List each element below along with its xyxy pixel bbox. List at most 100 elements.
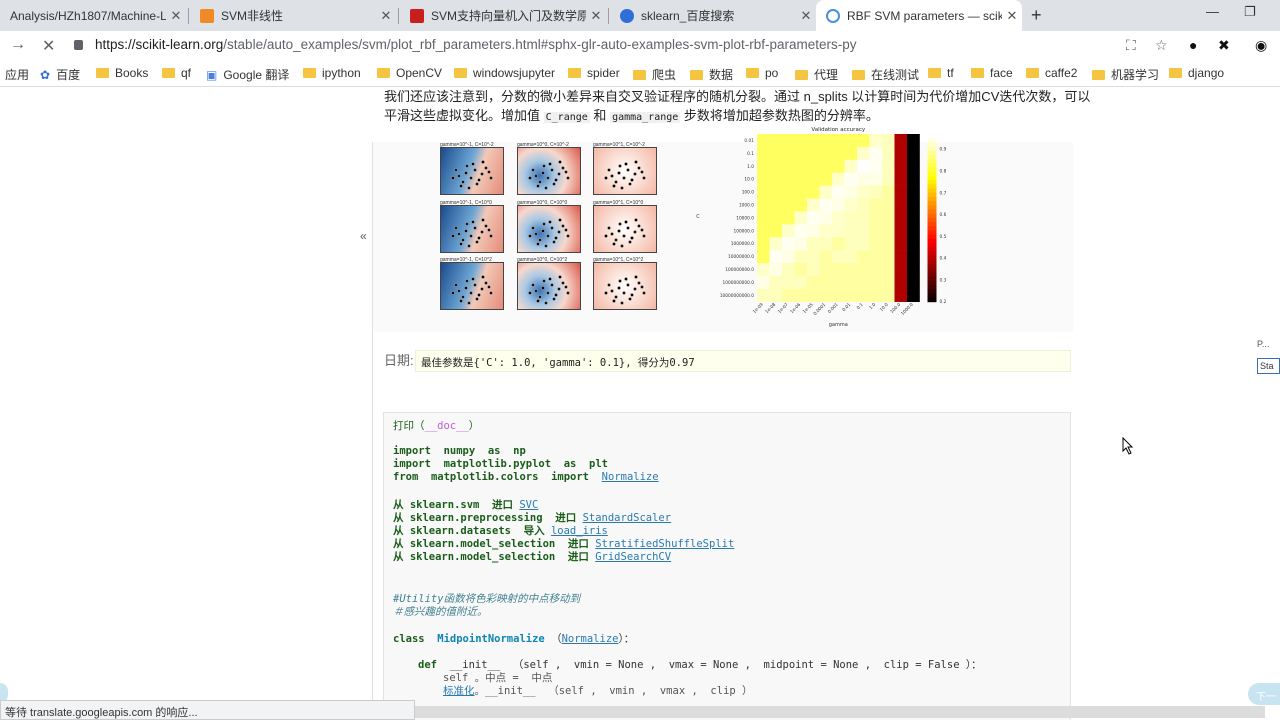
x-tick-label: 0.001 [827,302,840,315]
heatmap-cell [832,185,845,199]
heatmap-cell [832,146,845,161]
heatmap-cell [844,275,858,290]
stop-loading-icon[interactable]: ✕ [42,36,55,56]
bookmark-folder[interactable]: po [746,66,778,80]
bookmark-folder[interactable]: caffe2 [1026,66,1077,80]
baidu-paw-icon [620,8,634,23]
extension-icon[interactable]: ● [1189,37,1197,53]
heatmap-cell [882,159,895,173]
heatmap-cell [782,211,795,225]
bookmark-google-translate[interactable]: ▣ Google 翻译 [206,66,289,83]
heatmap-cell [894,134,908,148]
heatmap-cell [882,275,895,290]
bookmark-baidu[interactable]: ✿ 百度 [40,66,80,83]
bookmark-folder[interactable]: django [1169,66,1224,80]
horizontal-scrollbar[interactable] [415,706,1265,718]
heatmap-cell [819,224,833,238]
tab-rbf-svm-active[interactable]: RBF SVM parameters — scikit- ✕ [816,0,1022,31]
api-link[interactable]: 标准化 [443,685,475,697]
bookmark-folder[interactable]: OpenCV [377,66,442,80]
restore-button[interactable]: ❐ [1244,4,1256,20]
lock-icon[interactable] [74,40,83,50]
tab-svm-nonlinear[interactable]: SVM非线性 ✕ [190,0,396,31]
heatmap-cell [869,275,883,290]
bookmark-folder[interactable]: 数据 [690,66,733,83]
code-line: 标准化。__init__ （self , vmin , vmax , clip … [443,683,753,698]
bookmark-folder[interactable]: 爬虫 [633,66,676,83]
api-link[interactable]: GridSearchCV [595,551,671,563]
loading-spinner-icon [826,8,840,23]
folder-icon [377,68,390,78]
heatmap-cell [894,224,908,238]
bookmark-folder[interactable]: tf [928,66,954,80]
y-tick-label: 10000000000.0 [720,293,754,299]
bookmark-folder[interactable]: ipython [303,66,361,80]
heatmap-cell [832,159,845,173]
heatmap-cell [869,172,883,186]
folder-icon [303,68,316,78]
y-tick-label: 10000000.0 [728,254,754,260]
api-link[interactable]: Normalize [562,633,619,645]
heatmap-cell [782,263,795,277]
colorbar-segment [927,259,937,265]
close-icon[interactable]: ✕ [166,8,186,24]
forward-arrow-icon[interactable]: → [10,36,26,54]
collapse-sidebar-icon[interactable]: « [360,229,367,243]
static-button[interactable]: Sta [1257,358,1280,374]
colorbar-segment [927,238,937,244]
colorbar-segment [927,196,937,202]
keyword: from [393,471,419,483]
close-icon[interactable]: ✕ [586,8,606,24]
heatmap-cell [782,224,795,238]
heatmap-cell [894,211,908,225]
extension-x-icon[interactable]: ✖ [1218,37,1230,54]
new-tab-button[interactable]: + [1031,5,1042,26]
close-icon[interactable]: ✕ [796,8,816,24]
bookmark-folder[interactable]: Books [96,66,148,80]
heatmap-cell [794,146,808,161]
colorbar-segment [927,284,937,290]
x-axis-label: gamma [829,322,848,328]
heatmap-cell [782,288,795,302]
heatmap-cell [757,250,770,264]
x-tick-label: 10.0 [879,302,890,313]
bookmark-folder[interactable]: 代理 [795,66,838,83]
profile-avatar-icon[interactable]: ◉ [1255,37,1267,54]
heatmap-cell [907,250,920,264]
heatmap-cell [844,198,858,212]
keyword: 进口 [567,551,589,563]
tab-svm-math[interactable]: SVM支持向量机入门及数学原理 ✕ [400,0,606,31]
baidu-paw-icon: ✿ [40,67,51,82]
translate-icon[interactable]: ⛶ [1126,37,1136,54]
heatmap-title: Validation accuracy [811,127,865,133]
close-icon[interactable]: ✕ [376,8,396,24]
bookmark-star-icon[interactable]: ☆ [1155,37,1168,54]
bookmark-folder[interactable]: qf [162,66,191,80]
bookmark-apps[interactable]: 应用 [5,66,29,83]
api-link[interactable]: Normalize [602,471,659,483]
text: 平滑这些虚拟变化。增加值 [384,108,541,123]
bookmark-folder[interactable]: 在线测试 [852,66,919,83]
tab-title: RBF SVM parameters — scikit- [847,8,1002,23]
address-bar[interactable]: https://scikit-learn.org/stable/auto_exa… [95,37,857,52]
minimize-button[interactable]: — [1206,4,1219,19]
next-button[interactable]: 下一 [1248,683,1280,705]
close-icon[interactable]: ✕ [1002,8,1022,24]
bookmark-folder[interactable]: face [971,66,1013,80]
tab-github[interactable]: Analysis/HZh1807/Machine-Le ✕ [0,0,186,31]
keyword: def [418,659,437,671]
floating-p-label[interactable]: P... [1257,339,1269,349]
tab-title: Analysis/HZh1807/Machine-Le [10,8,166,23]
validation-accuracy-heatmap: Validation accuracy0.010.11.010.0100.010… [696,127,946,328]
folder-icon [1169,68,1182,78]
bookmark-folder[interactable]: 机器学习 [1092,66,1159,83]
bookmark-folder[interactable]: spider [568,66,620,80]
y-axis-label: C [696,214,700,220]
heatmap-cell [882,237,895,251]
heatmap-cell [769,198,783,212]
bookmark-label: face [990,66,1013,80]
bookmark-folder[interactable]: windowsjupyter [454,66,555,80]
tab-baidu-search[interactable]: sklearn_百度搜索 ✕ [610,0,816,31]
folder-icon [971,68,984,78]
heatmap-cell [757,263,770,277]
